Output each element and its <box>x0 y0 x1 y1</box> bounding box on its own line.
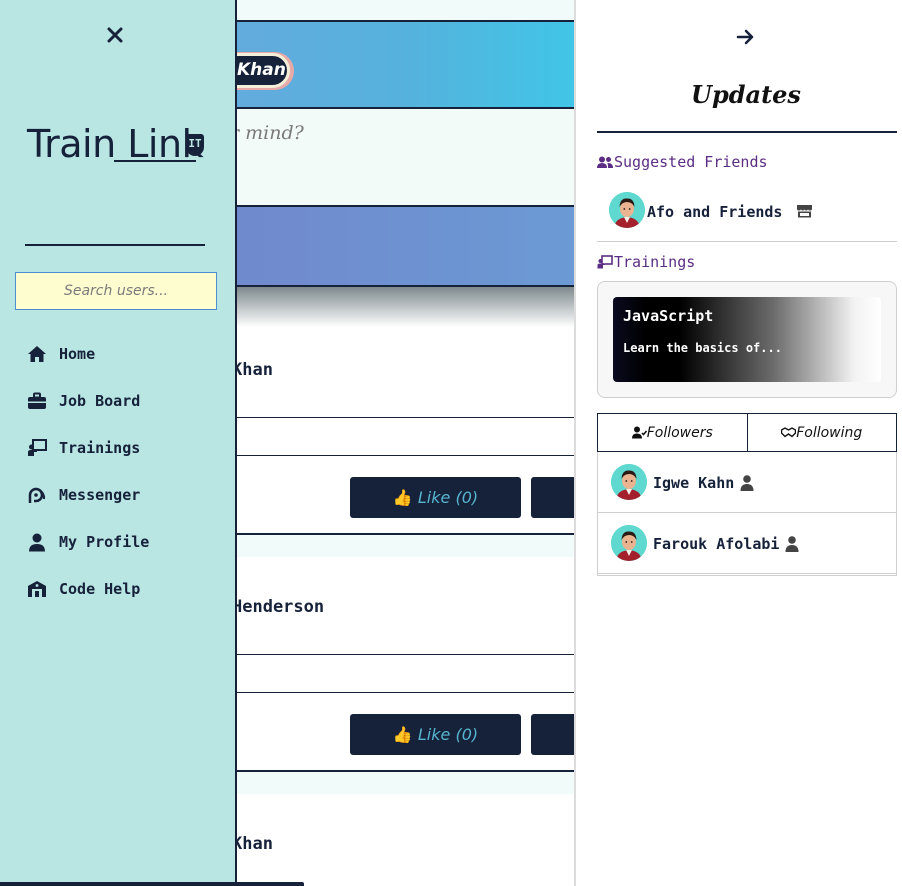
sidebar-divider <box>25 244 205 246</box>
thumbs-up-icon: 👍 <box>392 488 413 507</box>
like-label: Like (0) <box>417 488 479 507</box>
training-title: JavaScript <box>623 307 714 325</box>
followers-list: Igwe Kahn Farouk Afolabi <box>597 452 897 576</box>
training-card[interactable]: JavaScript Learn the basics of... <box>613 297 881 382</box>
logo-underline <box>114 160 196 162</box>
user-icon <box>740 475 754 491</box>
sidebar-bottom-bar <box>0 882 304 886</box>
sidebar-item-messenger[interactable]: Messenger <box>27 481 227 509</box>
like-button[interactable]: 👍 Like (0) <box>350 477 521 518</box>
store-icon <box>796 205 812 218</box>
chalkboard-teacher-icon <box>597 255 613 269</box>
sidebar-item-label: My Profile <box>59 533 150 551</box>
close-icon <box>107 27 123 43</box>
tab-followers[interactable]: Followers <box>597 413 748 452</box>
updates-panel: Updates Suggested Friends Afo and Friend… <box>574 0 902 886</box>
updates-title: Updates <box>691 80 801 109</box>
arrow-right-icon <box>736 29 754 45</box>
home-icon <box>27 344 47 364</box>
sidebar-item-code-help[interactable]: Code Help <box>27 575 227 603</box>
suggested-friends-heading: Suggested Friends <box>597 153 768 171</box>
sidebar-item-job-board[interactable]: Job Board <box>27 387 227 415</box>
training-card-container: JavaScript Learn the basics of... <box>597 281 897 398</box>
feed-top-strip <box>236 0 574 20</box>
sidebar-item-my-profile[interactable]: My Profile <box>27 528 227 556</box>
user-check-icon <box>631 426 647 439</box>
thumbs-up-icon: 👍 <box>392 725 413 744</box>
like-label: Like (0) <box>417 725 479 744</box>
avatar <box>609 192 645 228</box>
composer-shadow <box>236 287 574 327</box>
updates-divider <box>597 131 897 133</box>
like-button[interactable]: 👍 Like (0) <box>350 714 521 755</box>
sidebar-item-home[interactable]: Home <box>27 340 227 368</box>
trainings-heading: Trainings <box>597 253 695 271</box>
post-separator <box>236 535 574 557</box>
avatar <box>611 525 647 561</box>
sidebar-item-label: Job Board <box>59 392 141 410</box>
comment-button[interactable] <box>531 477 574 518</box>
messenger-icon <box>27 485 47 505</box>
handshake-icon <box>781 427 797 438</box>
post-separator <box>236 772 574 794</box>
trainings-label: Trainings <box>614 253 696 271</box>
post-divider <box>236 692 574 693</box>
post-author: Khan <box>232 360 273 380</box>
suggested-friend-name: Afo and Friends <box>647 203 813 221</box>
sidebar-item-trainings[interactable]: Trainings <box>27 434 227 462</box>
tab-followers-label: Followers <box>646 424 713 441</box>
post-divider <box>236 654 574 655</box>
follower-name: Farouk Afolabi <box>653 535 799 553</box>
collapse-updates-button[interactable] <box>736 28 758 48</box>
sidebar-item-label: Trainings <box>59 439 141 457</box>
close-sidebar-button[interactable] <box>104 24 126 46</box>
follower-name: Igwe Kahn <box>653 474 754 492</box>
composer-placeholder: r mind? <box>230 122 304 144</box>
suggested-friends-label: Suggested Friends <box>614 153 768 171</box>
follower-name-label: Igwe Kahn <box>653 474 735 492</box>
sidebar-item-label: Messenger <box>59 486 141 504</box>
suggested-friend-label: Afo and Friends <box>647 203 783 221</box>
logo-badge: IT <box>186 134 204 156</box>
training-description: Learn the basics of... <box>623 341 782 355</box>
comment-button[interactable] <box>531 714 574 755</box>
sidebar-item-label: Code Help <box>59 580 141 598</box>
briefcase-icon <box>27 391 47 411</box>
user-icon <box>785 536 799 552</box>
avatar <box>611 464 647 500</box>
post-author: Khan <box>232 834 273 854</box>
search-users-input[interactable] <box>15 272 217 310</box>
tab-following-label: Following <box>796 424 863 441</box>
tab-following[interactable]: Following <box>747 413 897 452</box>
post-author: Henderson <box>232 597 325 617</box>
follower-name-label: Farouk Afolabi <box>653 535 780 553</box>
sidebar: Train Link IT Home Job Board Trainings <box>0 0 237 886</box>
sidebar-item-label: Home <box>59 345 96 363</box>
post-divider <box>236 455 574 456</box>
chalkboard-teacher-icon <box>27 438 47 458</box>
suggested-friend-item[interactable]: Afo and Friends <box>597 189 897 242</box>
list-item[interactable]: Farouk Afolabi <box>598 513 896 574</box>
users-icon <box>597 156 613 168</box>
code-help-icon <box>27 579 47 599</box>
user-icon <box>27 532 47 552</box>
follow-tabs: Followers Following <box>597 413 897 452</box>
list-item[interactable]: Igwe Kahn <box>598 452 896 513</box>
post-divider <box>236 417 574 418</box>
